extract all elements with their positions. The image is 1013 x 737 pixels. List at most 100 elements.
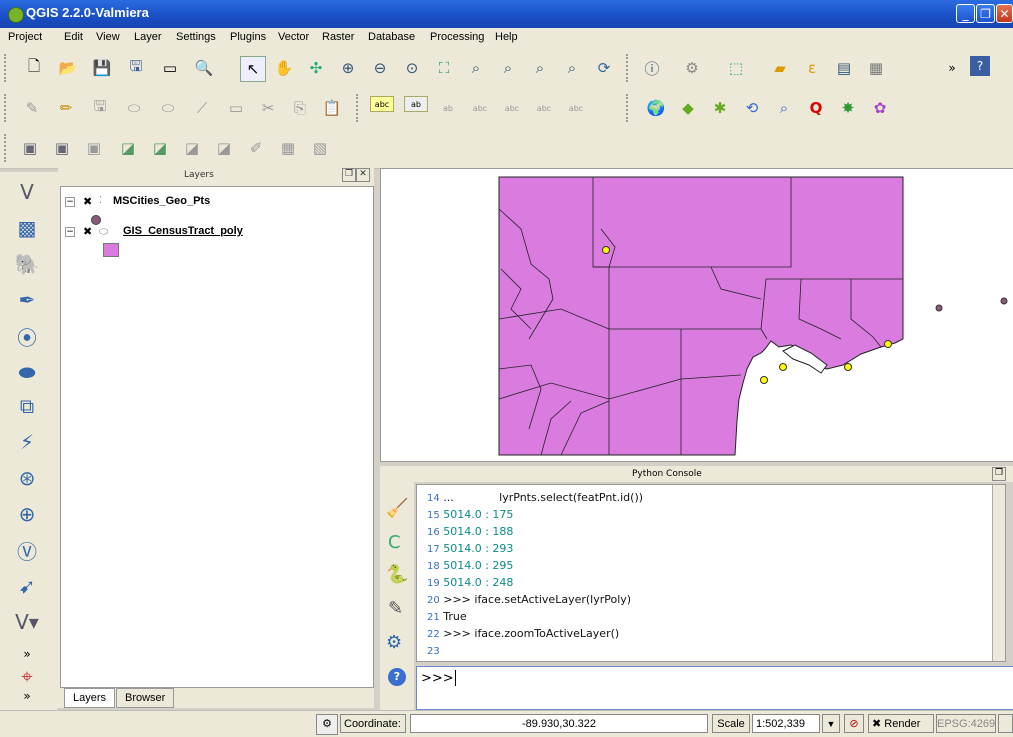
paste-icon[interactable]: 📋 — [320, 96, 344, 120]
pan-icon[interactable]: ✋ — [272, 56, 296, 80]
show-editor-icon[interactable]: ✎ — [388, 598, 403, 619]
layer-item[interactable]: − ✖ ⬭ GIS_CensusTract_poly — [65, 225, 365, 243]
fill-ring-icon[interactable]: ◪ — [148, 136, 172, 160]
settings-plugin-icon[interactable]: ✿ — [868, 96, 892, 120]
scale-field[interactable]: 1:502,339 — [752, 714, 820, 733]
maximize-button[interactable]: ❐ — [976, 4, 995, 23]
close-panel-icon[interactable]: ✕ — [356, 168, 370, 182]
pan-to-selection-icon[interactable]: ✣ — [304, 56, 328, 80]
zoom-actual-icon[interactable]: ⊙ — [400, 56, 424, 80]
import-class-icon[interactable]: C — [388, 532, 401, 553]
delete-selected-icon[interactable]: ▭ — [224, 96, 248, 120]
menu-edit[interactable]: Edit — [64, 31, 83, 43]
menu-vector[interactable]: Vector — [278, 31, 309, 43]
label-change-icon[interactable]: abc — [564, 96, 588, 120]
stop-render-icon[interactable]: ⊘ — [844, 714, 864, 733]
attribute-table-icon[interactable]: ▤ — [832, 56, 856, 80]
expand-toolbar-icon-2[interactable]: » — [12, 682, 42, 710]
zoom-to-layer-icon[interactable]: ⌕ — [496, 56, 520, 80]
crs-icon[interactable] — [998, 714, 1013, 733]
menu-view[interactable]: View — [96, 31, 120, 43]
settings-icon[interactable]: ⚙ — [386, 632, 402, 653]
field-calculator-icon[interactable]: ε — [800, 56, 824, 80]
layer-checkbox[interactable]: ✖ — [83, 195, 92, 208]
move-feature-icon[interactable]: ⬭ — [156, 96, 180, 120]
refresh-icon[interactable]: ⟳ — [592, 56, 616, 80]
crs-button[interactable]: EPSG:4269 — [936, 714, 996, 733]
label-highlight-icon[interactable]: ab — [436, 96, 460, 120]
reshape-icon[interactable]: ✐ — [244, 136, 268, 160]
delete-part-icon[interactable]: ◪ — [212, 136, 236, 160]
python-plugin-icon[interactable]: ⟲ — [740, 96, 764, 120]
delete-ring-icon[interactable]: ◪ — [180, 136, 204, 160]
add-spatialite-layer-icon[interactable]: ✒ — [12, 286, 42, 314]
bug-icon[interactable]: ✸ — [836, 96, 860, 120]
close-button[interactable]: ✕ — [996, 4, 1013, 23]
help-icon[interactable]: ? — [970, 56, 990, 76]
layer-checkbox[interactable]: ✖ — [83, 225, 92, 238]
plugin-green-icon[interactable]: ◆ — [676, 96, 700, 120]
zoom-next-icon[interactable]: ⌕ — [560, 56, 584, 80]
zoom-in-icon[interactable]: ⊕ — [336, 56, 360, 80]
save-edits-icon[interactable]: 🖫 — [88, 96, 112, 120]
menu-plugins[interactable]: Plugins — [230, 31, 266, 43]
menu-help[interactable]: Help — [495, 31, 518, 43]
menu-processing[interactable]: Processing — [430, 31, 484, 43]
plugin-tools-icon[interactable]: ✱ — [708, 96, 732, 120]
menu-database[interactable]: Database — [368, 31, 415, 43]
collapse-icon[interactable]: − — [65, 197, 75, 207]
save-as-icon[interactable]: 🖫 — [124, 56, 148, 80]
coordinate-field[interactable]: -89.930,30.322 — [410, 714, 708, 733]
deselect-icon[interactable]: ▰ — [768, 56, 792, 80]
add-virtual-layer-icon[interactable]: Ⓥ — [12, 536, 42, 564]
select-by-rect-icon[interactable]: ⬚ — [724, 56, 748, 80]
add-gpx-layer-icon[interactable]: ➹ — [12, 572, 42, 600]
add-part-icon[interactable]: ◪ — [116, 136, 140, 160]
add-delimited-text-icon[interactable]: ⊕ — [12, 500, 42, 528]
label-icon[interactable]: abc — [370, 96, 394, 112]
menu-settings[interactable]: Settings — [176, 31, 216, 43]
search-plugin-icon[interactable]: ⌕ — [772, 96, 796, 120]
layer-item[interactable]: − ✖ ⁚ MSCities_Geo_Pts — [65, 195, 365, 213]
add-feature-icon[interactable]: ⬭ — [122, 96, 146, 120]
split-features-icon[interactable]: ▧ — [308, 136, 332, 160]
collapse-icon[interactable]: − — [65, 227, 75, 237]
map-canvas[interactable] — [380, 168, 1013, 462]
new-project-icon[interactable]: 🗋 — [22, 56, 46, 80]
float-panel-icon[interactable]: ❐ — [342, 168, 356, 182]
offset-curve-icon[interactable]: ▦ — [276, 136, 300, 160]
open-project-icon[interactable]: 📂 — [56, 56, 80, 80]
zoom-out-icon[interactable]: ⊖ — [368, 56, 392, 80]
cut-icon[interactable]: ✂ — [256, 96, 280, 120]
menu-layer[interactable]: Layer — [134, 31, 162, 43]
copy-icon[interactable]: ⎘ — [288, 96, 312, 120]
clear-console-icon[interactable]: 🧹 — [386, 498, 408, 519]
add-vector-layer-icon[interactable]: V — [12, 178, 42, 206]
rotate-point-icon[interactable]: ▣ — [18, 136, 42, 160]
toggle-editing-icon[interactable]: ✏ — [54, 96, 78, 120]
current-edits-icon[interactable]: ✎ — [20, 96, 44, 120]
zoom-last-icon[interactable]: ⌕ — [528, 56, 552, 80]
add-postgis-layer-icon[interactable]: 🐘 — [12, 250, 42, 278]
identify-icon[interactable]: ⓘ — [640, 56, 664, 80]
new-layer-icon[interactable]: V▾ — [12, 608, 42, 636]
help-console-icon[interactable]: ? — [388, 668, 406, 686]
zoom-full-icon[interactable]: ⛶ — [432, 56, 456, 80]
scale-dropdown-icon[interactable]: ▼ — [822, 714, 840, 733]
add-wms-layer-icon[interactable]: ⧉ — [12, 392, 42, 420]
python-console-output[interactable]: 14 ... lyrPnts.select(featPnt.id()) 15 5… — [416, 484, 1006, 662]
tab-browser[interactable]: Browser — [116, 688, 175, 708]
add-wfs-layer-icon[interactable]: ⊛ — [12, 464, 42, 492]
run-command-icon[interactable]: 🐍 — [386, 564, 408, 585]
label-pin-icon[interactable]: ab — [404, 96, 428, 112]
minimize-button[interactable]: _ — [956, 4, 975, 23]
more-tools-icon[interactable]: » — [940, 56, 964, 80]
touch-zoom-icon[interactable]: ↖ — [240, 56, 266, 82]
zoom-to-selection-icon[interactable]: ⌕ — [464, 56, 488, 80]
add-oracle-layer-icon[interactable]: ⬬ — [12, 358, 42, 386]
messages-icon[interactable]: ⚙ — [316, 714, 338, 735]
add-ring-icon[interactable]: ▣ — [82, 136, 106, 160]
label-move-icon[interactable]: abc — [500, 96, 524, 120]
python-console-input[interactable]: >>> — [416, 666, 1013, 710]
composer-manager-icon[interactable]: 🔍 — [192, 56, 216, 80]
